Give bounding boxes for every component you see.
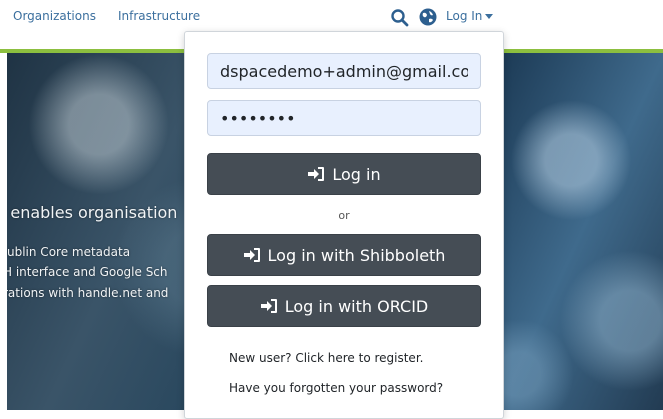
hero-text-3: H interface and Google Sch: [7, 265, 168, 279]
email-field[interactable]: [207, 53, 481, 89]
hero-text-4: rations with handle.net and: [7, 286, 169, 300]
login-toggle-label: Log In: [446, 9, 483, 23]
login-button[interactable]: Log in: [207, 153, 481, 195]
password-field[interactable]: [207, 100, 481, 136]
hero-text-2: ublin Core metadata: [7, 245, 131, 259]
forgot-password-link[interactable]: Have you forgotten your password?: [229, 381, 443, 395]
hero-text-1: t enables organisation: [7, 203, 178, 222]
globe-icon[interactable]: [418, 7, 438, 27]
sign-in-icon: [260, 299, 277, 313]
login-button-label: Log in: [332, 164, 381, 184]
login-dropdown: Log in or Log in with Shibboleth Log in …: [184, 31, 504, 419]
sign-in-icon: [243, 248, 260, 262]
shibboleth-button-label: Log in with Shibboleth: [267, 245, 446, 265]
sign-in-icon: [308, 167, 325, 181]
nav-organizations[interactable]: Organizations: [13, 9, 96, 23]
orcid-button-label: Log in with ORCID: [284, 296, 429, 316]
or-separator: or: [338, 209, 350, 222]
search-icon[interactable]: [390, 8, 410, 28]
register-link[interactable]: New user? Click here to register.: [229, 351, 423, 365]
shibboleth-login-button[interactable]: Log in with Shibboleth: [207, 234, 481, 276]
orcid-login-button[interactable]: Log in with ORCID: [207, 285, 481, 327]
nav-infrastructure[interactable]: Infrastructure: [118, 9, 200, 23]
chevron-down-icon: [485, 14, 494, 19]
login-dropdown-toggle[interactable]: Log In: [446, 9, 494, 23]
